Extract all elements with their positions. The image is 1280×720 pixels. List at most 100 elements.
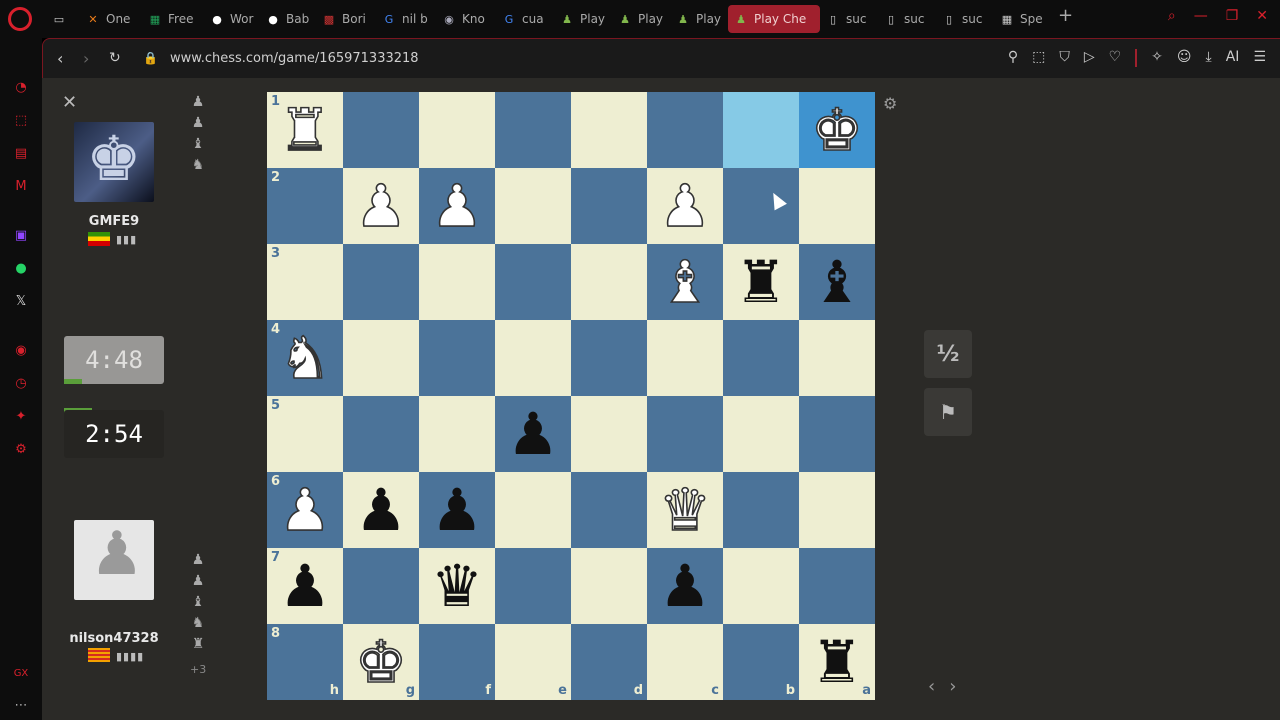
crypto-wallet-icon[interactable]: ▤ (12, 144, 30, 162)
board-square[interactable] (343, 92, 419, 168)
white-king-icon[interactable]: ♚ (799, 92, 875, 168)
black-pawn-icon[interactable]: ♟ (495, 396, 571, 472)
board-square[interactable]: e (495, 624, 571, 700)
maximize-icon[interactable]: ❐ (1226, 8, 1239, 24)
board-square[interactable] (799, 168, 875, 244)
workspace-icon[interactable]: ⬚ (12, 111, 30, 129)
new-tab-icon[interactable]: + (1050, 5, 1081, 33)
board-square[interactable] (343, 548, 419, 624)
browser-tab[interactable]: ♟ Play Che (728, 5, 820, 33)
board-square[interactable] (723, 548, 799, 624)
board-square[interactable] (647, 396, 723, 472)
board-square[interactable]: ♛ (647, 472, 723, 548)
board-square[interactable]: 4 ♞ (267, 320, 343, 396)
board-square[interactable] (571, 168, 647, 244)
browser-tab[interactable]: ▭ (46, 5, 80, 33)
white-knight-icon[interactable]: ♞ (267, 320, 343, 396)
board-square[interactable]: ♜ (723, 244, 799, 320)
back-icon[interactable]: ‹ (57, 49, 63, 68)
board-square[interactable]: 3 (267, 244, 343, 320)
white-pawn-icon[interactable]: ♟ (267, 472, 343, 548)
board-square[interactable] (723, 396, 799, 472)
previous-move-icon[interactable]: ‹ (928, 676, 935, 697)
board-square[interactable] (343, 396, 419, 472)
board-square[interactable]: ♟ (343, 472, 419, 548)
board-square[interactable]: ♟ (647, 548, 723, 624)
board-square[interactable] (723, 168, 799, 244)
opera-logo-icon[interactable] (8, 7, 32, 31)
forward-icon[interactable]: › (83, 49, 89, 68)
my-username[interactable]: nilson47328 (42, 631, 186, 646)
board-square[interactable]: ♚ (799, 92, 875, 168)
board-square[interactable]: d (571, 624, 647, 700)
board-square[interactable] (571, 244, 647, 320)
black-pawn-icon[interactable]: ♟ (343, 472, 419, 548)
browser-tab[interactable]: ▯ suc (820, 5, 878, 33)
board-square[interactable] (495, 168, 571, 244)
board-settings-icon[interactable]: ⚙ (883, 94, 897, 113)
board-square[interactable] (571, 548, 647, 624)
white-pawn-icon[interactable]: ♟ (419, 168, 495, 244)
board-square[interactable] (495, 320, 571, 396)
board-square[interactable]: 2 (267, 168, 343, 244)
browser-tab[interactable]: ♟ Play (554, 5, 612, 33)
snapshot-icon[interactable]: ⬚ (1032, 49, 1045, 67)
resign-button[interactable]: ⚑ (924, 388, 972, 436)
browser-tab[interactable]: ▯ suc (936, 5, 994, 33)
board-square[interactable] (495, 244, 571, 320)
opponent-avatar[interactable]: ♚ (74, 122, 154, 202)
twitch-icon[interactable]: ▣ (12, 226, 30, 244)
board-square[interactable] (343, 244, 419, 320)
board-square[interactable]: ♟ (647, 168, 723, 244)
board-square[interactable] (571, 472, 647, 548)
white-queen-icon[interactable]: ♛ (647, 472, 723, 548)
player-icon[interactable]: ◉ (12, 341, 30, 359)
profile-icon[interactable]: ☺ (1177, 49, 1192, 67)
browser-tab[interactable]: ▦ Free (142, 5, 204, 33)
history-icon[interactable]: ◷ (12, 374, 30, 392)
board-square[interactable]: 1 ♜ (267, 92, 343, 168)
pin-icon[interactable]: ⚲ (1008, 49, 1018, 67)
browser-tab[interactable]: ◉ Kno (436, 5, 496, 33)
browser-tab[interactable]: Gnil b (376, 5, 436, 33)
browser-tab[interactable]: ▩ Bori (316, 5, 376, 33)
board-square[interactable] (571, 92, 647, 168)
board-square[interactable]: 8h (267, 624, 343, 700)
board-square[interactable]: ♟ (419, 168, 495, 244)
board-square[interactable] (495, 472, 571, 548)
minimize-icon[interactable]: — (1194, 8, 1208, 24)
board-square[interactable] (647, 320, 723, 396)
board-square[interactable] (799, 320, 875, 396)
aria-icon[interactable]: ◔ (12, 78, 30, 96)
gx-icon[interactable]: GX (12, 664, 30, 682)
board-square[interactable]: ♝ (799, 244, 875, 320)
white-bishop-icon[interactable]: ♝ (647, 244, 723, 320)
next-move-icon[interactable]: › (949, 676, 956, 697)
board-square[interactable]: ♛ (419, 548, 495, 624)
search-icon[interactable]: ⌕ (1168, 8, 1176, 24)
board-square[interactable] (419, 396, 495, 472)
browser-tab[interactable]: ✕ One (80, 5, 142, 33)
ai-button[interactable]: AI (1226, 49, 1240, 67)
messenger-icon[interactable]: M (12, 177, 30, 195)
black-pawn-icon[interactable]: ♟ (267, 548, 343, 624)
board-square[interactable] (495, 92, 571, 168)
offer-draw-button[interactable]: ½ (924, 330, 972, 378)
board-square[interactable] (571, 320, 647, 396)
black-pawn-icon[interactable]: ♟ (647, 548, 723, 624)
board-square[interactable] (647, 92, 723, 168)
browser-tab[interactable]: Gcua (496, 5, 554, 33)
chess-board[interactable]: 1 ♜ ♚ 2 ♟ ♟ ♟ 3 ♝ ♜ ♝ 4 ♞ 5 ♟ 6 ♟ ♟ ♟ ♛ 7 ♟ ♛ ♟ 8 h g ♚ f e d c b a ♜ (267, 92, 875, 700)
whatsapp-icon[interactable]: ● (12, 259, 30, 277)
play-icon[interactable]: ▷ (1084, 49, 1095, 67)
extensions-puzzle-icon[interactable]: ✧ (1151, 49, 1163, 67)
board-square[interactable]: 5 (267, 396, 343, 472)
my-avatar[interactable]: ♟ (74, 520, 154, 600)
black-bishop-icon[interactable]: ♝ (799, 244, 875, 320)
white-rook-icon[interactable]: ♜ (267, 92, 343, 168)
browser-tab[interactable]: ▯ suc (878, 5, 936, 33)
board-square[interactable]: ♝ (647, 244, 723, 320)
reload-icon[interactable]: ↻ (109, 50, 121, 66)
board-square[interactable] (419, 92, 495, 168)
board-square[interactable]: ♟ (343, 168, 419, 244)
